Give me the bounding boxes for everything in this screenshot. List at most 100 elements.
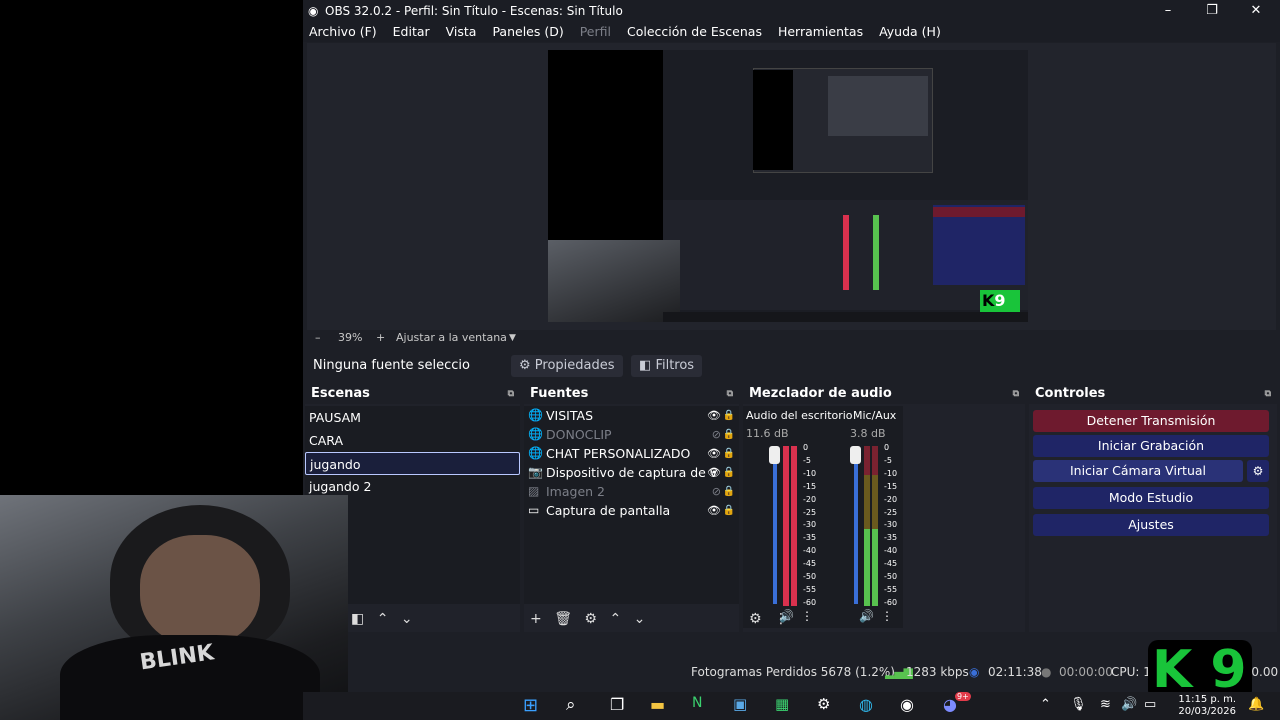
scene-item-pausam[interactable]: PAUSAM: [305, 406, 520, 429]
start-virtual-camera-button[interactable]: Iniciar Cámara Virtual: [1033, 460, 1243, 482]
notifications-icon[interactable]: 🔔: [1248, 697, 1264, 712]
dock-undock-icon[interactable]: ⧉: [1265, 384, 1271, 404]
edge-icon[interactable]: ◍: [859, 695, 873, 714]
gear-icon[interactable]: ⚙: [749, 611, 762, 627]
dock-undock-icon[interactable]: ⧉: [727, 384, 733, 404]
wifi-icon[interactable]: ≋: [1100, 697, 1111, 712]
source-name: CHAT PERSONALIZADO: [546, 446, 691, 461]
eye-hidden-icon[interactable]: ⊘: [712, 482, 721, 501]
mixer-header: Mezclador de audio ⧉: [743, 384, 1025, 404]
monitor-icon: ▭: [528, 503, 540, 517]
menu-file[interactable]: Archivo (F): [309, 24, 377, 39]
record-time: 00:00:00: [1059, 665, 1113, 679]
studio-mode-button[interactable]: Modo Estudio: [1033, 487, 1269, 509]
volume-handle-desktop[interactable]: [769, 446, 780, 464]
lock-icon[interactable]: 🔒: [723, 482, 735, 501]
virtual-camera-settings-gear-icon[interactable]: ⚙: [1247, 460, 1269, 482]
zoom-dropdown-icon[interactable]: ▼: [509, 330, 516, 346]
zoom-out-button[interactable]: –: [315, 330, 321, 346]
more-options-icon[interactable]: ⋮: [774, 611, 788, 627]
dock-undock-icon[interactable]: ⧉: [508, 384, 514, 404]
file-explorer-icon[interactable]: ▬: [650, 695, 665, 714]
stream-preview[interactable]: K9: [548, 50, 1028, 322]
zoom-fit-label[interactable]: Ajustar a la ventana: [396, 330, 507, 346]
globe-icon: 🌐: [528, 408, 543, 422]
close-button[interactable]: ✕: [1234, 0, 1278, 22]
source-item[interactable]: 🌐 DONOCLIP ⊘ 🔒: [524, 425, 739, 444]
level-meter-mic-l: [864, 446, 870, 606]
menu-bar: Archivo (F) Editar Vista Paneles (D) Per…: [303, 22, 1280, 42]
eye-hidden-icon[interactable]: ⊘: [712, 425, 721, 444]
eye-icon[interactable]: 👁: [707, 501, 721, 520]
audio-mixer-dock: Mezclador de audio ⧉ Audio del escritori…: [743, 384, 1025, 632]
menu-view[interactable]: Vista: [446, 24, 477, 39]
clock-time: 11:15 p. m.: [1178, 694, 1236, 705]
mixer-channels: Audio del escritorio Mic/Aux 11.6 dB 3.8…: [743, 406, 903, 628]
channel-db-mic: 3.8 dB: [850, 427, 886, 440]
preview-area: K9: [307, 43, 1276, 330]
app-icon[interactable]: ▦: [775, 695, 789, 713]
dock-undock-icon[interactable]: ⧉: [1013, 384, 1019, 404]
db-scale-mic: 0 -5 -10 -15 -20 -25 -30 -35 -40 -45 -50 -55 -60: [884, 443, 898, 607]
eye-icon[interactable]: 👁: [707, 406, 721, 425]
show-hidden-icons-icon[interactable]: ⌃: [1040, 697, 1051, 712]
menu-tools[interactable]: Herramientas: [778, 24, 863, 39]
lock-icon[interactable]: 🔒: [723, 425, 735, 444]
source-item[interactable]: 🌐 VISITAS 👁 🔒: [524, 406, 739, 425]
app-icon[interactable]: N: [692, 695, 702, 711]
clock[interactable]: 11:15 p. m. 20/03/2026: [1176, 694, 1236, 718]
volume-handle-mic[interactable]: [850, 446, 861, 464]
controls-title: Controles: [1035, 386, 1106, 401]
settings-button[interactable]: Ajustes: [1033, 514, 1269, 536]
source-item[interactable]: 📷 Dispositivo de captura de v 👁 🔒: [524, 463, 739, 482]
scene-item-jugando[interactable]: jugando: [305, 452, 520, 475]
windows-start-icon[interactable]: ⊞: [523, 695, 538, 716]
volume-slider-mic[interactable]: [854, 446, 858, 604]
task-view-icon[interactable]: ❐: [610, 695, 624, 714]
scene-filter-icon[interactable]: ◧: [351, 611, 364, 627]
filters-button[interactable]: ◧ Filtros: [631, 355, 703, 377]
lock-icon[interactable]: 🔒: [723, 463, 735, 482]
menu-scene-collection[interactable]: Colección de Escenas: [627, 24, 762, 39]
volume-slider-desktop[interactable]: [773, 446, 777, 604]
filter-icon: ◧: [639, 358, 652, 373]
sources-title: Fuentes: [530, 386, 589, 401]
lock-icon[interactable]: 🔒: [723, 501, 735, 520]
battery-icon[interactable]: ▭: [1144, 697, 1156, 712]
scene-item-cara[interactable]: CARA: [305, 429, 520, 452]
lock-icon[interactable]: 🔒: [723, 444, 735, 463]
menu-profile[interactable]: Perfil: [580, 24, 611, 39]
add-icon[interactable]: +: [530, 611, 542, 627]
source-item[interactable]: ▨ Imagen 2 ⊘ 🔒: [524, 482, 739, 501]
move-down-icon[interactable]: ⌄: [634, 611, 646, 627]
move-down-icon[interactable]: ⌄: [401, 611, 413, 627]
webcam-overlay: BLINK: [0, 495, 348, 720]
trash-icon[interactable]: 🗑: [554, 611, 572, 627]
volume-icon[interactable]: 🔊: [1121, 697, 1137, 712]
start-recording-button[interactable]: Iniciar Grabación: [1033, 435, 1269, 457]
photos-icon[interactable]: ▣: [733, 695, 747, 713]
clock-date: 20/03/2026: [1178, 706, 1236, 717]
status-bar: Fotogramas Perdidos 5678 (1.2%) ▂▄▆ 1283…: [303, 657, 1280, 709]
properties-button[interactable]: ⚙ Propiedades: [511, 355, 623, 377]
lock-icon[interactable]: 🔒: [723, 406, 735, 425]
eye-icon[interactable]: 👁: [707, 463, 721, 482]
sources-header: Fuentes ⧉: [524, 384, 739, 404]
eye-icon[interactable]: 👁: [707, 444, 721, 463]
settings-app-icon[interactable]: ⚙: [817, 695, 830, 713]
search-icon[interactable]: ⌕: [566, 695, 576, 715]
source-item[interactable]: 🌐 CHAT PERSONALIZADO 👁 🔒: [524, 444, 739, 463]
stop-stream-button[interactable]: Detener Transmisión: [1033, 410, 1269, 432]
move-up-icon[interactable]: ⌃: [609, 611, 621, 627]
menu-edit[interactable]: Editar: [393, 24, 430, 39]
source-item[interactable]: ▭ Captura de pantalla 👁 🔒: [524, 501, 739, 520]
gear-icon[interactable]: ⚙: [584, 611, 597, 627]
menu-docks[interactable]: Paneles (D): [492, 24, 563, 39]
menu-help[interactable]: Ayuda (H): [879, 24, 941, 39]
microphone-icon[interactable]: 🎙: [1070, 697, 1087, 712]
maximize-button[interactable]: ❐: [1190, 0, 1234, 22]
zoom-in-button[interactable]: +: [376, 330, 385, 346]
minimize-button[interactable]: –: [1146, 0, 1190, 22]
obs-taskbar-icon[interactable]: ◉: [900, 695, 914, 714]
move-up-icon[interactable]: ⌃: [377, 611, 389, 627]
